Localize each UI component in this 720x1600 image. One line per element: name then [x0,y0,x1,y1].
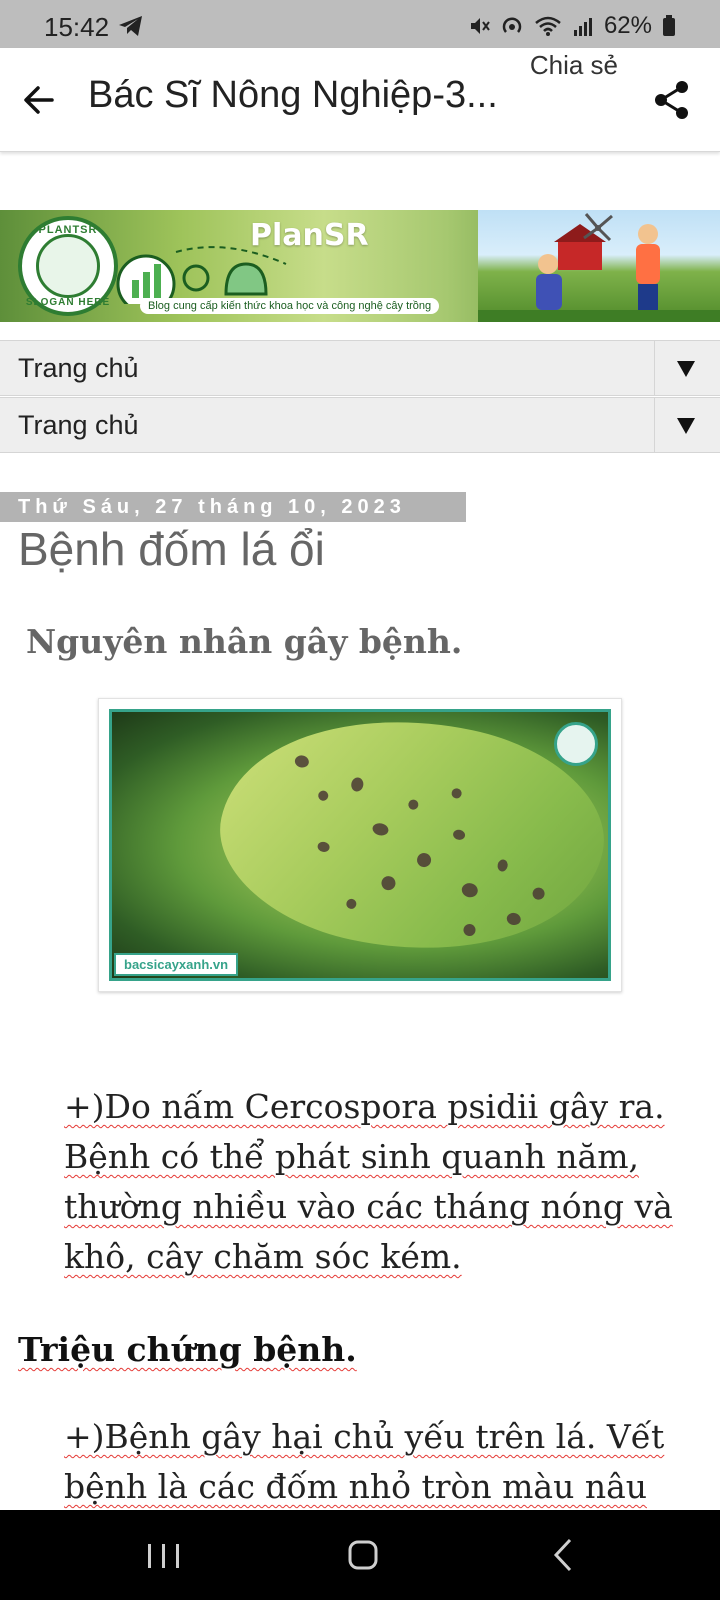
paragraph-text: +)Bệnh gây hại chủ yếu trên lá. Vết bệnh… [64,1417,665,1506]
status-time: 15:42 [44,12,110,42]
nav-dropdown-label: Trang chủ [18,410,139,440]
dropdown-toggle[interactable] [654,398,720,452]
dropdown-toggle[interactable] [654,341,720,395]
banner-illustration-icon [116,246,287,304]
cause-heading-text: Nguyên nhân gây bệnh. [26,622,463,661]
paragraph-text: +)Do nấm Cercospora psidii gây ra. Bệnh … [64,1087,673,1276]
farmers-icon [478,213,720,322]
arrow-left-icon[interactable] [18,78,62,122]
signal-icon [573,18,592,36]
share-label: Chia sẻ [529,50,618,80]
triangle-down-icon [677,361,695,377]
nav-dropdown-1[interactable]: Trang chủ [0,340,720,396]
battery-icon [663,15,675,36]
symptom-heading: Triệu chứng bệnh. [18,1330,357,1369]
status-bar: 15:42 62% [0,0,720,48]
logo-bottom-text: SLOGAN HERE [25,297,111,308]
blog-banner[interactable]: PLANTSR SLOGAN HERE PlanSR Blog cung cấp… [0,210,720,322]
telegram-icon [119,16,142,36]
symptom-heading-text: Triệu chứng bệnh. [18,1330,357,1369]
triangle-down-icon [677,418,695,434]
image-watermark: bacsicayxanh.vn [114,953,239,976]
post-date: Thứ Sáu, 27 tháng 10, 2023 [0,492,466,522]
plantsr-logo: PLANTSR SLOGAN HERE [18,216,118,316]
paragraph-cause: +)Do nấm Cercospora psidii gây ra. Bệnh … [64,1082,692,1282]
post-title[interactable]: Bệnh đốm lá ổi [18,522,325,576]
paragraph-symptom: +)Bệnh gây hại chủ yếu trên lá. Vết bệnh… [64,1412,692,1512]
nav-dropdown-2[interactable]: Trang chủ [0,397,720,453]
system-nav-bar [0,1510,720,1600]
farm-illustration [478,210,720,322]
wifi-icon [535,16,561,36]
back-icon[interactable] [536,1530,596,1580]
mute-icon [470,18,490,34]
watermark-badge-icon [554,722,598,766]
banner-caption: Blog cung cấp kiến thức khoa học và công… [140,298,440,314]
page-title: Bác Sĩ Nông Nghiệp-3... [88,74,498,116]
app-bar: Bác Sĩ Nông Nghiệp-3... Chia sẻ [0,48,720,152]
home-icon[interactable] [334,1530,394,1580]
cause-heading: Nguyên nhân gây bệnh. [26,622,462,661]
nav-dropdown-label: Trang chủ [18,353,139,383]
guava-leaf-photo: bacsicayxanh.vn [109,709,611,981]
banner-brand: PlanSR [250,218,369,253]
logo-emblem-icon [36,234,100,298]
status-icons: 62% [468,12,676,40]
post-image[interactable]: bacsicayxanh.vn [98,698,622,992]
recents-icon[interactable] [134,1530,194,1580]
battery-percent: 62% [603,12,652,39]
leaf-shape [202,712,608,978]
hotspot-icon [502,17,522,33]
share-icon[interactable] [650,78,694,122]
